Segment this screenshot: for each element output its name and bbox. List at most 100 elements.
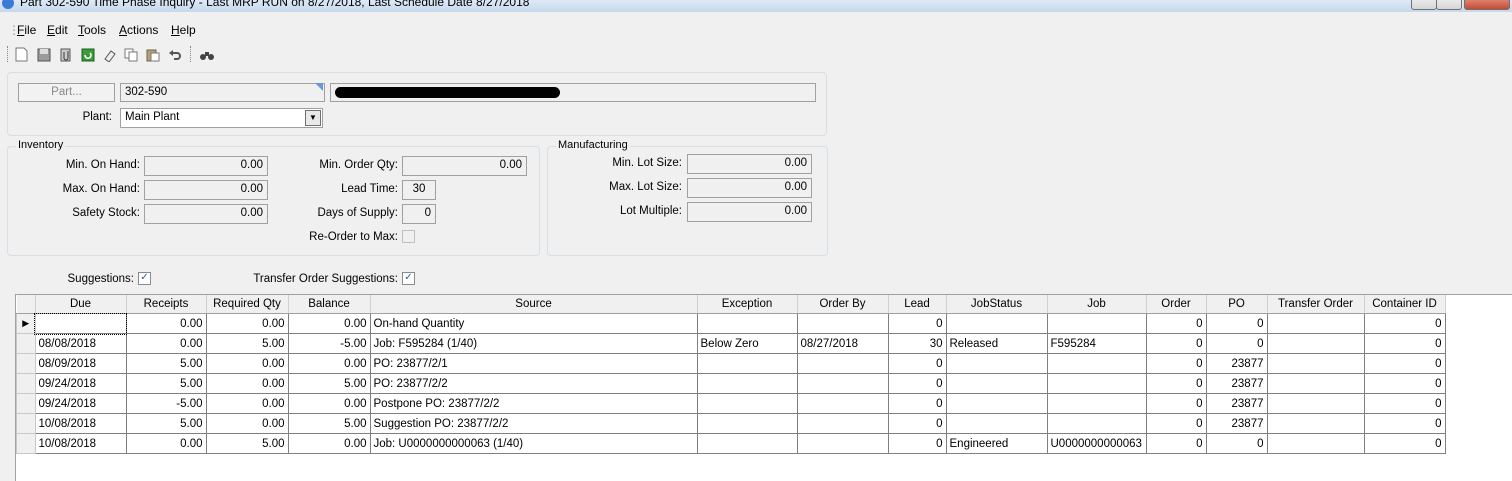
cell-exception[interactable] <box>696 353 798 374</box>
cell-job-status[interactable]: Engineered <box>945 433 1048 454</box>
cell-required-qty[interactable]: 0.00 <box>205 313 289 334</box>
menu-tools[interactable]: Tools <box>78 23 106 37</box>
find-icon[interactable] <box>198 46 215 63</box>
cell-exception[interactable] <box>696 393 798 414</box>
cell-job[interactable] <box>1046 313 1147 334</box>
current-row-indicator-icon[interactable]: ▶ <box>16 313 36 334</box>
row-selector[interactable] <box>16 353 36 374</box>
cell-balance[interactable]: 0.00 <box>287 433 371 454</box>
time-phase-grid[interactable]: Due Receipts Required Qty Balance Source Exce… <box>15 294 1512 481</box>
cell-required-qty[interactable]: 0.00 <box>205 353 289 374</box>
cell-job[interactable]: F595284 <box>1046 333 1147 354</box>
cell-order-by[interactable] <box>796 433 889 454</box>
cell-order-by[interactable] <box>796 313 889 334</box>
cell-exception[interactable] <box>696 433 798 454</box>
cell-order[interactable]: 0 <box>1145 313 1207 334</box>
cell-transfer-order[interactable] <box>1266 393 1365 414</box>
cell-balance[interactable]: 5.00 <box>287 373 371 394</box>
cell-container-id[interactable]: 0 <box>1363 373 1446 394</box>
column-header-required-qty[interactable]: Required Qty <box>206 295 289 314</box>
cell-container-id[interactable]: 0 <box>1363 313 1446 334</box>
table-row[interactable]: 08/09/2018 5.00 0.00 0.00 PO: 23877/2/1 0 0 238… <box>16 353 1446 374</box>
transfer-order-suggestions-checkbox[interactable]: ✓ <box>402 272 415 285</box>
cell-receipts[interactable]: 0.00 <box>125 333 207 354</box>
cell-source[interactable]: Postpone PO: 23877/2/2 <box>369 393 698 414</box>
cell-container-id[interactable]: 0 <box>1363 353 1446 374</box>
cell-balance[interactable]: 0.00 <box>287 353 371 374</box>
cell-due[interactable]: 09/24/2018 <box>34 393 127 414</box>
cell-exception[interactable] <box>696 313 798 334</box>
cell-lead[interactable]: 0 <box>887 373 947 394</box>
part-button[interactable]: Part... <box>18 83 115 102</box>
cell-transfer-order[interactable] <box>1266 353 1365 374</box>
table-row[interactable]: 09/24/2018 -5.00 0.00 0.00 Postpone PO: 2387… <box>16 393 1446 414</box>
cell-transfer-order[interactable] <box>1266 313 1365 334</box>
row-selector[interactable] <box>16 333 36 354</box>
cell-required-qty[interactable]: 0.00 <box>205 393 289 414</box>
cell-receipts[interactable]: 5.00 <box>125 373 207 394</box>
cell-receipts[interactable]: 5.00 <box>125 413 207 434</box>
cell-source[interactable]: On-hand Quantity <box>369 313 698 334</box>
table-row[interactable]: 09/24/2018 5.00 0.00 5.00 PO: 23877/2/2 0 0 238… <box>16 373 1446 394</box>
cell-container-id[interactable]: 0 <box>1363 393 1446 414</box>
cell-balance[interactable]: 0.00 <box>287 313 371 334</box>
cell-job-status[interactable] <box>945 313 1048 334</box>
cell-po[interactable]: 0 <box>1205 333 1268 354</box>
reorder-to-max-checkbox[interactable] <box>402 230 415 243</box>
cell-receipts[interactable]: 0.00 <box>125 433 207 454</box>
cell-order[interactable]: 0 <box>1145 373 1207 394</box>
cell-job[interactable] <box>1046 373 1147 394</box>
cell-job[interactable] <box>1046 413 1147 434</box>
max-on-hand-field[interactable]: 0.00 <box>144 180 268 200</box>
cell-order[interactable]: 0 <box>1145 433 1207 454</box>
cell-po[interactable]: 23877 <box>1205 393 1268 414</box>
cell-order[interactable]: 0 <box>1145 393 1207 414</box>
column-header-balance[interactable]: Balance <box>288 295 371 314</box>
min-order-qty-field[interactable]: 0.00 <box>402 156 527 176</box>
cell-container-id[interactable]: 0 <box>1363 433 1446 454</box>
cell-po[interactable]: 0 <box>1205 313 1268 334</box>
undo-icon[interactable] <box>166 46 183 63</box>
cell-receipts[interactable]: 5.00 <box>125 353 207 374</box>
column-header-job-status[interactable]: JobStatus <box>946 295 1048 314</box>
cell-balance[interactable]: 0.00 <box>287 393 371 414</box>
part-number-field[interactable]: 302-590 <box>120 83 325 102</box>
cell-container-id[interactable]: 0 <box>1363 413 1446 434</box>
cell-transfer-order[interactable] <box>1266 373 1365 394</box>
lot-multiple-field[interactable]: 0.00 <box>687 202 812 222</box>
copy-icon[interactable] <box>122 46 139 63</box>
cell-order[interactable]: 0 <box>1145 413 1207 434</box>
cell-order[interactable]: 0 <box>1145 353 1207 374</box>
cell-po[interactable]: 23877 <box>1205 413 1268 434</box>
cell-due[interactable]: 10/08/2018 <box>34 433 127 454</box>
suggestions-checkbox[interactable]: ✓ <box>138 272 151 285</box>
column-header-source[interactable]: Source <box>370 295 698 314</box>
refresh-icon[interactable] <box>79 46 96 63</box>
safety-stock-field[interactable]: 0.00 <box>144 204 268 224</box>
cell-required-qty[interactable]: 0.00 <box>205 373 289 394</box>
cell-lead[interactable]: 0 <box>887 413 947 434</box>
cell-job[interactable] <box>1046 353 1147 374</box>
cell-due[interactable]: 08/08/2018 <box>34 333 127 354</box>
cell-source[interactable]: Suggestion PO: 23877/2/2 <box>369 413 698 434</box>
cell-required-qty[interactable]: 0.00 <box>205 413 289 434</box>
cell-po[interactable]: 23877 <box>1205 353 1268 374</box>
menu-edit[interactable]: Edit <box>47 23 68 37</box>
new-icon[interactable] <box>13 46 30 63</box>
cell-due[interactable]: 09/24/2018 <box>34 373 127 394</box>
cell-transfer-order[interactable] <box>1266 333 1365 354</box>
days-of-supply-field[interactable]: 0 <box>402 204 436 224</box>
menu-actions[interactable]: Actions <box>119 23 158 37</box>
cell-po[interactable]: 0 <box>1205 433 1268 454</box>
cell-required-qty[interactable]: 5.00 <box>205 333 289 354</box>
column-header-due[interactable]: Due <box>35 295 127 314</box>
cell-order-by[interactable] <box>796 393 889 414</box>
column-header-container-id[interactable]: Container ID <box>1364 295 1446 314</box>
cell-job-status[interactable]: Released <box>945 333 1048 354</box>
plant-select[interactable]: Main Plant <box>120 108 323 128</box>
cell-order-by[interactable] <box>796 373 889 394</box>
cell-exception[interactable] <box>696 413 798 434</box>
cell-source[interactable]: Job: U0000000000063 (1/40) <box>369 433 698 454</box>
cell-transfer-order[interactable] <box>1266 433 1365 454</box>
max-lot-size-field[interactable]: 0.00 <box>687 178 812 198</box>
